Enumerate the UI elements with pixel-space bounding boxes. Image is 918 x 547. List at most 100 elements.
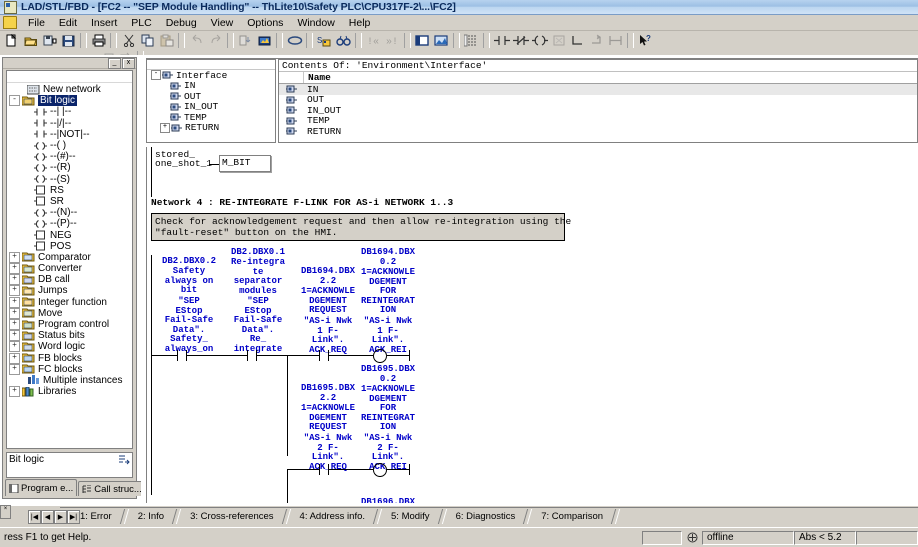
tree-item-move[interactable]: + Move xyxy=(7,307,132,319)
document-window-icon[interactable] xyxy=(3,16,17,29)
tree-expand-toggle[interactable]: + xyxy=(9,307,20,319)
tree-expand-toggle[interactable]: + xyxy=(9,274,20,286)
tab-nav-next[interactable]: ▶ xyxy=(54,510,67,524)
tree-expand-toggle[interactable]: + xyxy=(9,386,20,398)
tree-item-jumps[interactable]: + Jumps xyxy=(7,285,132,297)
tree-item-program-control[interactable]: + Program control xyxy=(7,319,132,331)
interface-tree[interactable]: - Interface IN OUT IN_OUT TEMP + RETURN xyxy=(146,59,276,143)
toggle-detail-window-icon[interactable] xyxy=(413,32,432,49)
tree-item-s[interactable]: --(S) xyxy=(7,174,132,185)
bottom-tab-comparison[interactable]: 7: Comparison xyxy=(533,509,611,524)
scroll-spinner[interactable]: × xyxy=(0,505,11,519)
menu-item-debug[interactable]: Debug xyxy=(159,16,204,30)
bottom-tab-modify[interactable]: 5: Modify xyxy=(383,509,438,524)
menu-item-view[interactable]: View xyxy=(204,16,241,30)
bottom-tab-error[interactable]: 1: Error xyxy=(72,509,120,524)
tree-item-multiple-instances[interactable]: Multiple instances xyxy=(7,375,132,386)
interface-row[interactable]: IN_OUT xyxy=(279,105,917,116)
go-first-error-icon[interactable]: !« xyxy=(364,32,383,49)
help-pointer-icon[interactable]: ? xyxy=(636,32,655,49)
tree-item-libraries[interactable]: + Libraries xyxy=(7,386,132,398)
tree-expand-toggle[interactable]: + xyxy=(9,251,20,263)
interface-tree-item-interface[interactable]: - Interface xyxy=(147,70,275,81)
coil-output-1[interactable] xyxy=(373,349,387,363)
branch-close-icon[interactable] xyxy=(587,32,606,49)
tree-item-db-call[interactable]: + DB call xyxy=(7,274,132,286)
copy-icon[interactable] xyxy=(138,32,157,49)
program-elements-tree[interactable]: New network - Bit logic --| |-- --|/|-- --|NO… xyxy=(6,70,133,449)
tree-item-converter[interactable]: + Converter xyxy=(7,263,132,275)
tree-item-fb-blocks[interactable]: + FB blocks xyxy=(7,352,132,364)
tree-expand-toggle[interactable]: + xyxy=(9,363,20,375)
tab-nav-first[interactable]: |◀ xyxy=(28,510,41,524)
network-ring-icon[interactable] xyxy=(285,32,304,49)
bottom-tab-address-info[interactable]: 4: Address info. xyxy=(292,509,373,524)
interface-row[interactable]: IN xyxy=(279,84,917,95)
tree-item-bit-logic[interactable]: - Bit logic xyxy=(7,95,132,107)
tree-item-[interactable]: --|/|-- xyxy=(7,118,132,129)
tree-item-sr[interactable]: SR xyxy=(7,196,132,207)
tree-item-not[interactable]: --|NOT|-- xyxy=(7,129,132,140)
network-list-icon[interactable] xyxy=(462,32,481,49)
contact-normally-open-2[interactable] xyxy=(247,350,257,361)
interface-tree-item-in_out[interactable]: IN_OUT xyxy=(147,101,275,112)
tree-item-r[interactable]: --(R) xyxy=(7,162,132,173)
coil-output-2[interactable] xyxy=(373,463,387,477)
interface-contents[interactable]: Contents Of: 'Environment\Interface' Nam… xyxy=(278,59,918,143)
cut-scissors-icon[interactable] xyxy=(119,32,138,49)
menu-item-help[interactable]: Help xyxy=(342,16,378,30)
jump-to-icon[interactable] xyxy=(118,454,130,468)
tab-program-elements[interactable]: Program e... xyxy=(5,479,78,496)
menu-item-insert[interactable]: Insert xyxy=(84,16,124,30)
branch-open-icon[interactable] xyxy=(568,32,587,49)
tree-expand-toggle[interactable]: + xyxy=(9,352,20,364)
branch-connect-icon[interactable] xyxy=(606,32,625,49)
tab-call-structure[interactable]: Call struc... xyxy=(78,481,146,496)
network-comment[interactable]: Check for acknowledgement request and th… xyxy=(151,213,571,241)
save-disk-icon[interactable] xyxy=(59,32,78,49)
interface-tree-item-out[interactable]: OUT xyxy=(147,91,275,102)
redo-arrow-icon[interactable] xyxy=(206,32,225,49)
download-to-plc-icon[interactable] xyxy=(236,32,255,49)
open-folder-icon[interactable] xyxy=(21,32,40,49)
menu-item-plc[interactable]: PLC xyxy=(124,16,158,30)
minimize-button[interactable]: _ xyxy=(108,57,121,69)
interface-tree-item-return[interactable]: + RETURN xyxy=(147,122,275,133)
close-button[interactable]: x xyxy=(122,57,135,69)
ladder-canvas[interactable]: stored_ one_shot_1 M_BIT Network 4 : RE-… xyxy=(146,147,884,503)
save-as-icon[interactable] xyxy=(40,32,59,49)
tree-collapse-toggle[interactable]: - xyxy=(151,70,161,81)
tree-item-fc-blocks[interactable]: + FC blocks xyxy=(7,363,132,375)
tree-expand-toggle[interactable]: + xyxy=(9,285,20,297)
bottom-tab-diagnostics[interactable]: 6: Diagnostics xyxy=(448,509,524,524)
tree-expand-toggle[interactable]: + xyxy=(9,296,20,308)
contact-normally-open-1[interactable] xyxy=(177,350,187,361)
go-next-error-icon[interactable]: »! xyxy=(383,32,402,49)
tree-item-[interactable]: --| |-- xyxy=(7,106,132,117)
tree-expand-toggle[interactable]: + xyxy=(9,319,20,331)
paste-icon[interactable] xyxy=(157,32,176,49)
bottom-tab-cross-references[interactable]: 3: Cross-references xyxy=(182,509,281,524)
tree-expand-toggle[interactable]: + xyxy=(9,263,20,275)
tree-item-[interactable]: --(#)-- xyxy=(7,151,132,162)
tree-item-p[interactable]: --(P)-- xyxy=(7,218,132,229)
monitor-plc-icon[interactable] xyxy=(255,32,274,49)
binoculars-icon[interactable] xyxy=(334,32,353,49)
interface-tree-item-temp[interactable]: TEMP xyxy=(147,112,275,123)
toggle-overview-icon[interactable] xyxy=(432,32,451,49)
interface-tree-item-in[interactable]: IN xyxy=(147,80,275,91)
tree-item-n[interactable]: --(N)-- xyxy=(7,207,132,218)
interface-row[interactable]: OUT xyxy=(279,94,917,105)
tree-expand-toggle[interactable]: + xyxy=(160,122,170,133)
tree-item-neg[interactable]: NEG xyxy=(7,229,132,241)
output-coil-icon[interactable] xyxy=(530,32,549,49)
tree-item-status-bits[interactable]: + Status bits xyxy=(7,330,132,342)
tree-item-pos[interactable]: POS xyxy=(7,241,132,252)
menu-item-options[interactable]: Options xyxy=(240,16,290,30)
tree-item-integer-function[interactable]: + Integer function xyxy=(7,296,132,308)
print-icon[interactable] xyxy=(89,32,108,49)
tree-expand-toggle[interactable]: + xyxy=(9,341,20,353)
menu-item-window[interactable]: Window xyxy=(290,16,341,30)
menu-item-edit[interactable]: Edit xyxy=(52,16,84,30)
contact-normally-open-4[interactable] xyxy=(319,464,329,475)
